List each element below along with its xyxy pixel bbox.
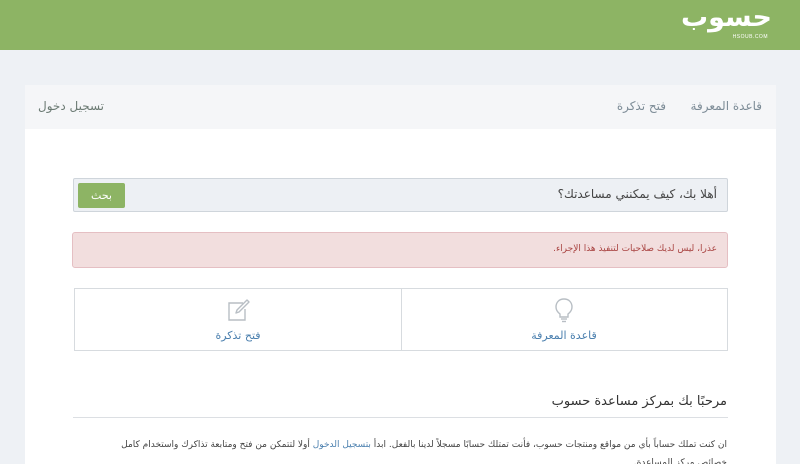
alert-text: عذرا، ليس لديك صلاحيات لتنفيذ هذا الإجرا…	[553, 244, 717, 254]
logo-text: حسوب	[681, 2, 773, 33]
search-button[interactable]: بحث	[78, 183, 125, 208]
welcome-paragraph: ان كنت تملك حساباً بأي من مواقع ومنتجات …	[95, 436, 727, 464]
tile-knowledge-base-label: قاعدة المعرفة	[531, 329, 597, 342]
divider	[73, 417, 728, 418]
tile-divider	[401, 289, 402, 350]
quick-links: قاعدة المعرفة فتح تذكرة	[74, 288, 728, 351]
top-bar: حسوب HSOUB.COM	[0, 0, 800, 50]
nav-knowledge-base[interactable]: قاعدة المعرفة	[691, 99, 762, 113]
navbar: قاعدة المعرفة فتح تذكرة تسجيل دخول	[25, 85, 776, 129]
lightbulb-icon	[555, 298, 573, 323]
tile-open-ticket-label: فتح تذكرة	[215, 329, 261, 342]
tile-open-ticket[interactable]: فتح تذكرة	[75, 289, 401, 350]
welcome-text-start: ان كنت تملك حساباً بأي من مواقع ومنتجات …	[370, 440, 727, 450]
logo[interactable]: حسوب HSOUB.COM	[662, 2, 773, 44]
logo-domain: HSOUB.COM	[732, 34, 768, 40]
nav-login[interactable]: تسجيل دخول	[38, 99, 104, 113]
edit-icon	[228, 299, 250, 321]
login-link[interactable]: بتسجيل الدخول	[313, 440, 371, 450]
error-alert: عذرا، ليس لديك صلاحيات لتنفيذ هذا الإجرا…	[72, 232, 728, 268]
search-bar: أهلا بك، كيف يمكنني مساعدتك؟ بحث	[73, 178, 728, 212]
welcome-heading: مرحبًا بك بمركز مساعدة حسوب	[551, 394, 727, 409]
tile-knowledge-base[interactable]: قاعدة المعرفة	[401, 289, 727, 350]
search-input[interactable]: أهلا بك، كيف يمكنني مساعدتك؟	[558, 187, 717, 201]
nav-open-ticket[interactable]: فتح تذكرة	[617, 99, 666, 113]
